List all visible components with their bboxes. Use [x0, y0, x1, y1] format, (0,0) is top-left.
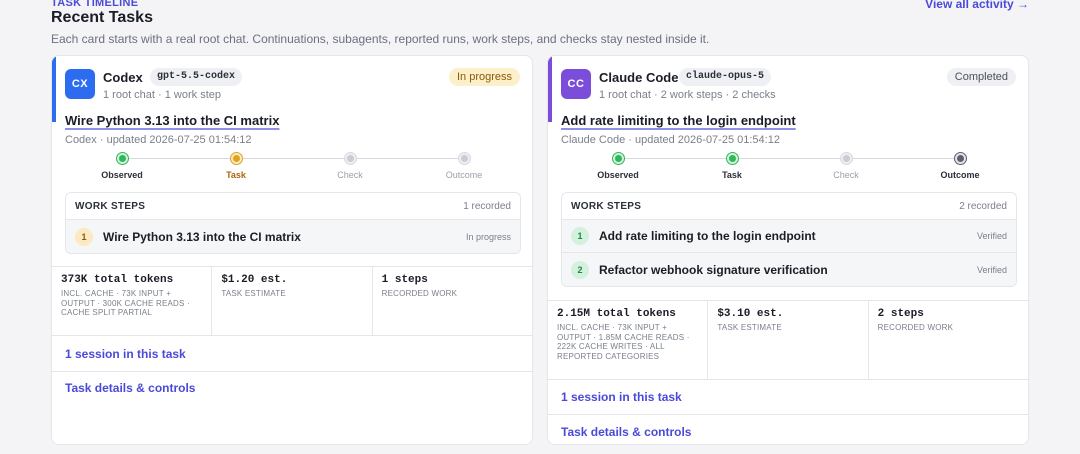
timeline-step-observed: Observed	[65, 152, 179, 180]
step-label: Refactor webhook signature verification	[599, 262, 828, 277]
claude-code-agent-icon: CC	[561, 69, 591, 99]
timeline-step-check: Check	[293, 152, 407, 180]
page-title: Recent Tasks	[51, 9, 153, 26]
agent-name: Codex	[103, 70, 143, 85]
stat-steps: 1 steps RECORDED WORK	[373, 267, 532, 335]
stat-value: 2 steps	[877, 308, 924, 320]
stat-caption: INCL. CACHE · 73K INPUT + OUTPUT · 1.85M…	[557, 323, 690, 361]
agent-meta: 1 root chat · 1 work step	[103, 89, 221, 101]
status-dot-icon	[229, 152, 243, 165]
timeline-step-task: Task	[179, 152, 293, 180]
step-label: Wire Python 3.13 into the CI matrix	[103, 229, 301, 244]
timeline-step-check: Check	[789, 152, 903, 180]
model-badge: gpt-5.5-codex	[150, 68, 243, 86]
agent-meta: 1 root chat · 2 work steps · 2 checks	[599, 89, 776, 101]
step-label: Add rate limiting to the login endpoint	[599, 229, 816, 243]
stat-value: $3.10 est.	[717, 308, 784, 320]
step-status: Verified	[976, 231, 1007, 241]
task-details-link[interactable]: Task details & controls	[65, 381, 195, 395]
step-number-badge: 1	[571, 227, 589, 245]
card-accent-bar	[52, 56, 56, 122]
sessions-row: 1 session in this task	[548, 380, 1028, 415]
stat-caption: TASK ESTIMATE	[717, 323, 782, 332]
details-row: Task details & controls	[52, 370, 532, 405]
stat-cost: $1.20 est. TASK ESTIMATE	[212, 267, 373, 335]
work-steps-count: 2 recorded	[959, 200, 1007, 212]
stat-caption: RECORDED WORK	[877, 323, 954, 332]
timeline-label: Task	[722, 170, 742, 180]
stat-caption: TASK ESTIMATE	[221, 289, 286, 298]
details-row: Task details & controls	[548, 414, 1028, 444]
stat-value: $1.20 est.	[221, 274, 288, 286]
task-details-link[interactable]: Task details & controls	[561, 425, 691, 439]
status-badge: In progress	[448, 68, 520, 86]
status-dot-icon	[839, 152, 853, 165]
sessions-link[interactable]: 1 session in this task	[561, 390, 682, 404]
task-card: CC Claude Code claude-opus-5 1 root chat…	[547, 55, 1029, 445]
task-stats: 373K total tokens INCL. CACHE · 73K INPU…	[52, 266, 532, 336]
timeline-label: Outcome	[445, 170, 483, 180]
work-step-row[interactable]: 2 Refactor webhook signature verificatio…	[562, 253, 1016, 286]
status-dot-icon	[457, 152, 471, 165]
card-accent-bar	[548, 56, 552, 122]
status-dot-icon	[115, 152, 129, 165]
card-header: CC Claude Code claude-opus-5 1 root chat…	[561, 68, 1016, 105]
sessions-row: 1 session in this task	[52, 337, 532, 372]
stat-cost: $3.10 est. TASK ESTIMATE	[708, 301, 869, 379]
work-step-row[interactable]: 1 Add rate limiting to the login endpoin…	[562, 220, 1016, 253]
timeline-label: Check	[833, 170, 859, 180]
stat-tokens: 2.15M total tokens INCL. CACHE · 73K INP…	[548, 301, 709, 379]
timeline-label: Observed	[597, 170, 639, 180]
work-steps-header: WORK STEPS 2 recorded	[562, 193, 1016, 220]
stat-caption: RECORDED WORK	[381, 289, 458, 298]
card-header: CX Codex gpt-5.5-codex 1 root chat · 1 w…	[65, 68, 520, 105]
status-dot-icon	[725, 152, 739, 165]
stat-tokens: 373K total tokens INCL. CACHE · 73K INPU…	[52, 267, 213, 335]
model-badge: claude-opus-5	[679, 68, 772, 86]
task-timeline: Observed Task Check Outcome	[65, 152, 521, 186]
step-status: In progress	[465, 231, 511, 242]
work-steps-panel: WORK STEPS 2 recorded 1 Add rate limitin…	[561, 192, 1017, 287]
task-timeline: Observed Task Check Outcome	[561, 152, 1017, 186]
task-card: CX Codex gpt-5.5-codex 1 root chat · 1 w…	[51, 55, 533, 445]
timeline-label: Observed	[101, 170, 143, 180]
header-kicker: TASK TIMELINE	[51, 0, 139, 9]
timeline-step-outcome: Outcome	[903, 152, 1017, 180]
sessions-link[interactable]: 1 session in this task	[65, 347, 186, 361]
timeline-step-observed: Observed	[561, 152, 675, 180]
agent-name: Claude Code	[599, 70, 679, 85]
task-updated: Codex · updated 2026-07-25 01:54:12	[65, 134, 252, 146]
timeline-step-outcome: Outcome	[407, 152, 521, 180]
stat-value: 2.15M total tokens	[557, 308, 676, 320]
task-stats: 2.15M total tokens INCL. CACHE · 73K INP…	[548, 300, 1028, 380]
stat-steps: 2 steps RECORDED WORK	[869, 301, 1028, 379]
view-all-activity-link[interactable]: View all activity →	[925, 0, 1029, 11]
work-step-row[interactable]: 1 Wire Python 3.13 into the CI matrix In…	[66, 220, 520, 253]
work-steps-count: 1 recorded	[463, 200, 511, 212]
work-steps-title: WORK STEPS	[75, 200, 146, 212]
timeline-label: Task	[226, 170, 246, 180]
work-steps-header: WORK STEPS 1 recorded	[66, 193, 520, 220]
task-title-link[interactable]: Wire Python 3.13 into the CI matrix	[65, 113, 279, 128]
codex-agent-icon: CX	[65, 69, 95, 99]
timeline-step-task: Task	[675, 152, 789, 180]
status-dot-icon	[953, 152, 967, 165]
task-updated: Claude Code · updated 2026-07-25 01:54:1…	[561, 134, 780, 146]
step-number-badge: 1	[75, 227, 93, 246]
stat-caption: INCL. CACHE · 73K INPUT + OUTPUT · 300K …	[61, 289, 190, 317]
work-steps-panel: WORK STEPS 1 recorded 1 Wire Python 3.13…	[65, 192, 521, 254]
status-badge: Completed	[946, 68, 1016, 86]
step-status: Verified	[976, 264, 1007, 275]
stat-value: 373K total tokens	[61, 274, 174, 286]
timeline-label: Outcome	[940, 170, 980, 180]
status-dot-icon	[343, 152, 357, 165]
timeline-label: Check	[337, 170, 363, 180]
work-steps-title: WORK STEPS	[571, 200, 642, 212]
status-dot-icon	[611, 152, 625, 165]
task-title-link[interactable]: Add rate limiting to the login endpoint	[561, 113, 796, 128]
stat-value: 1 steps	[381, 274, 428, 286]
page-subtitle: Each card starts with a real root chat. …	[51, 32, 710, 46]
step-number-badge: 2	[571, 260, 589, 279]
